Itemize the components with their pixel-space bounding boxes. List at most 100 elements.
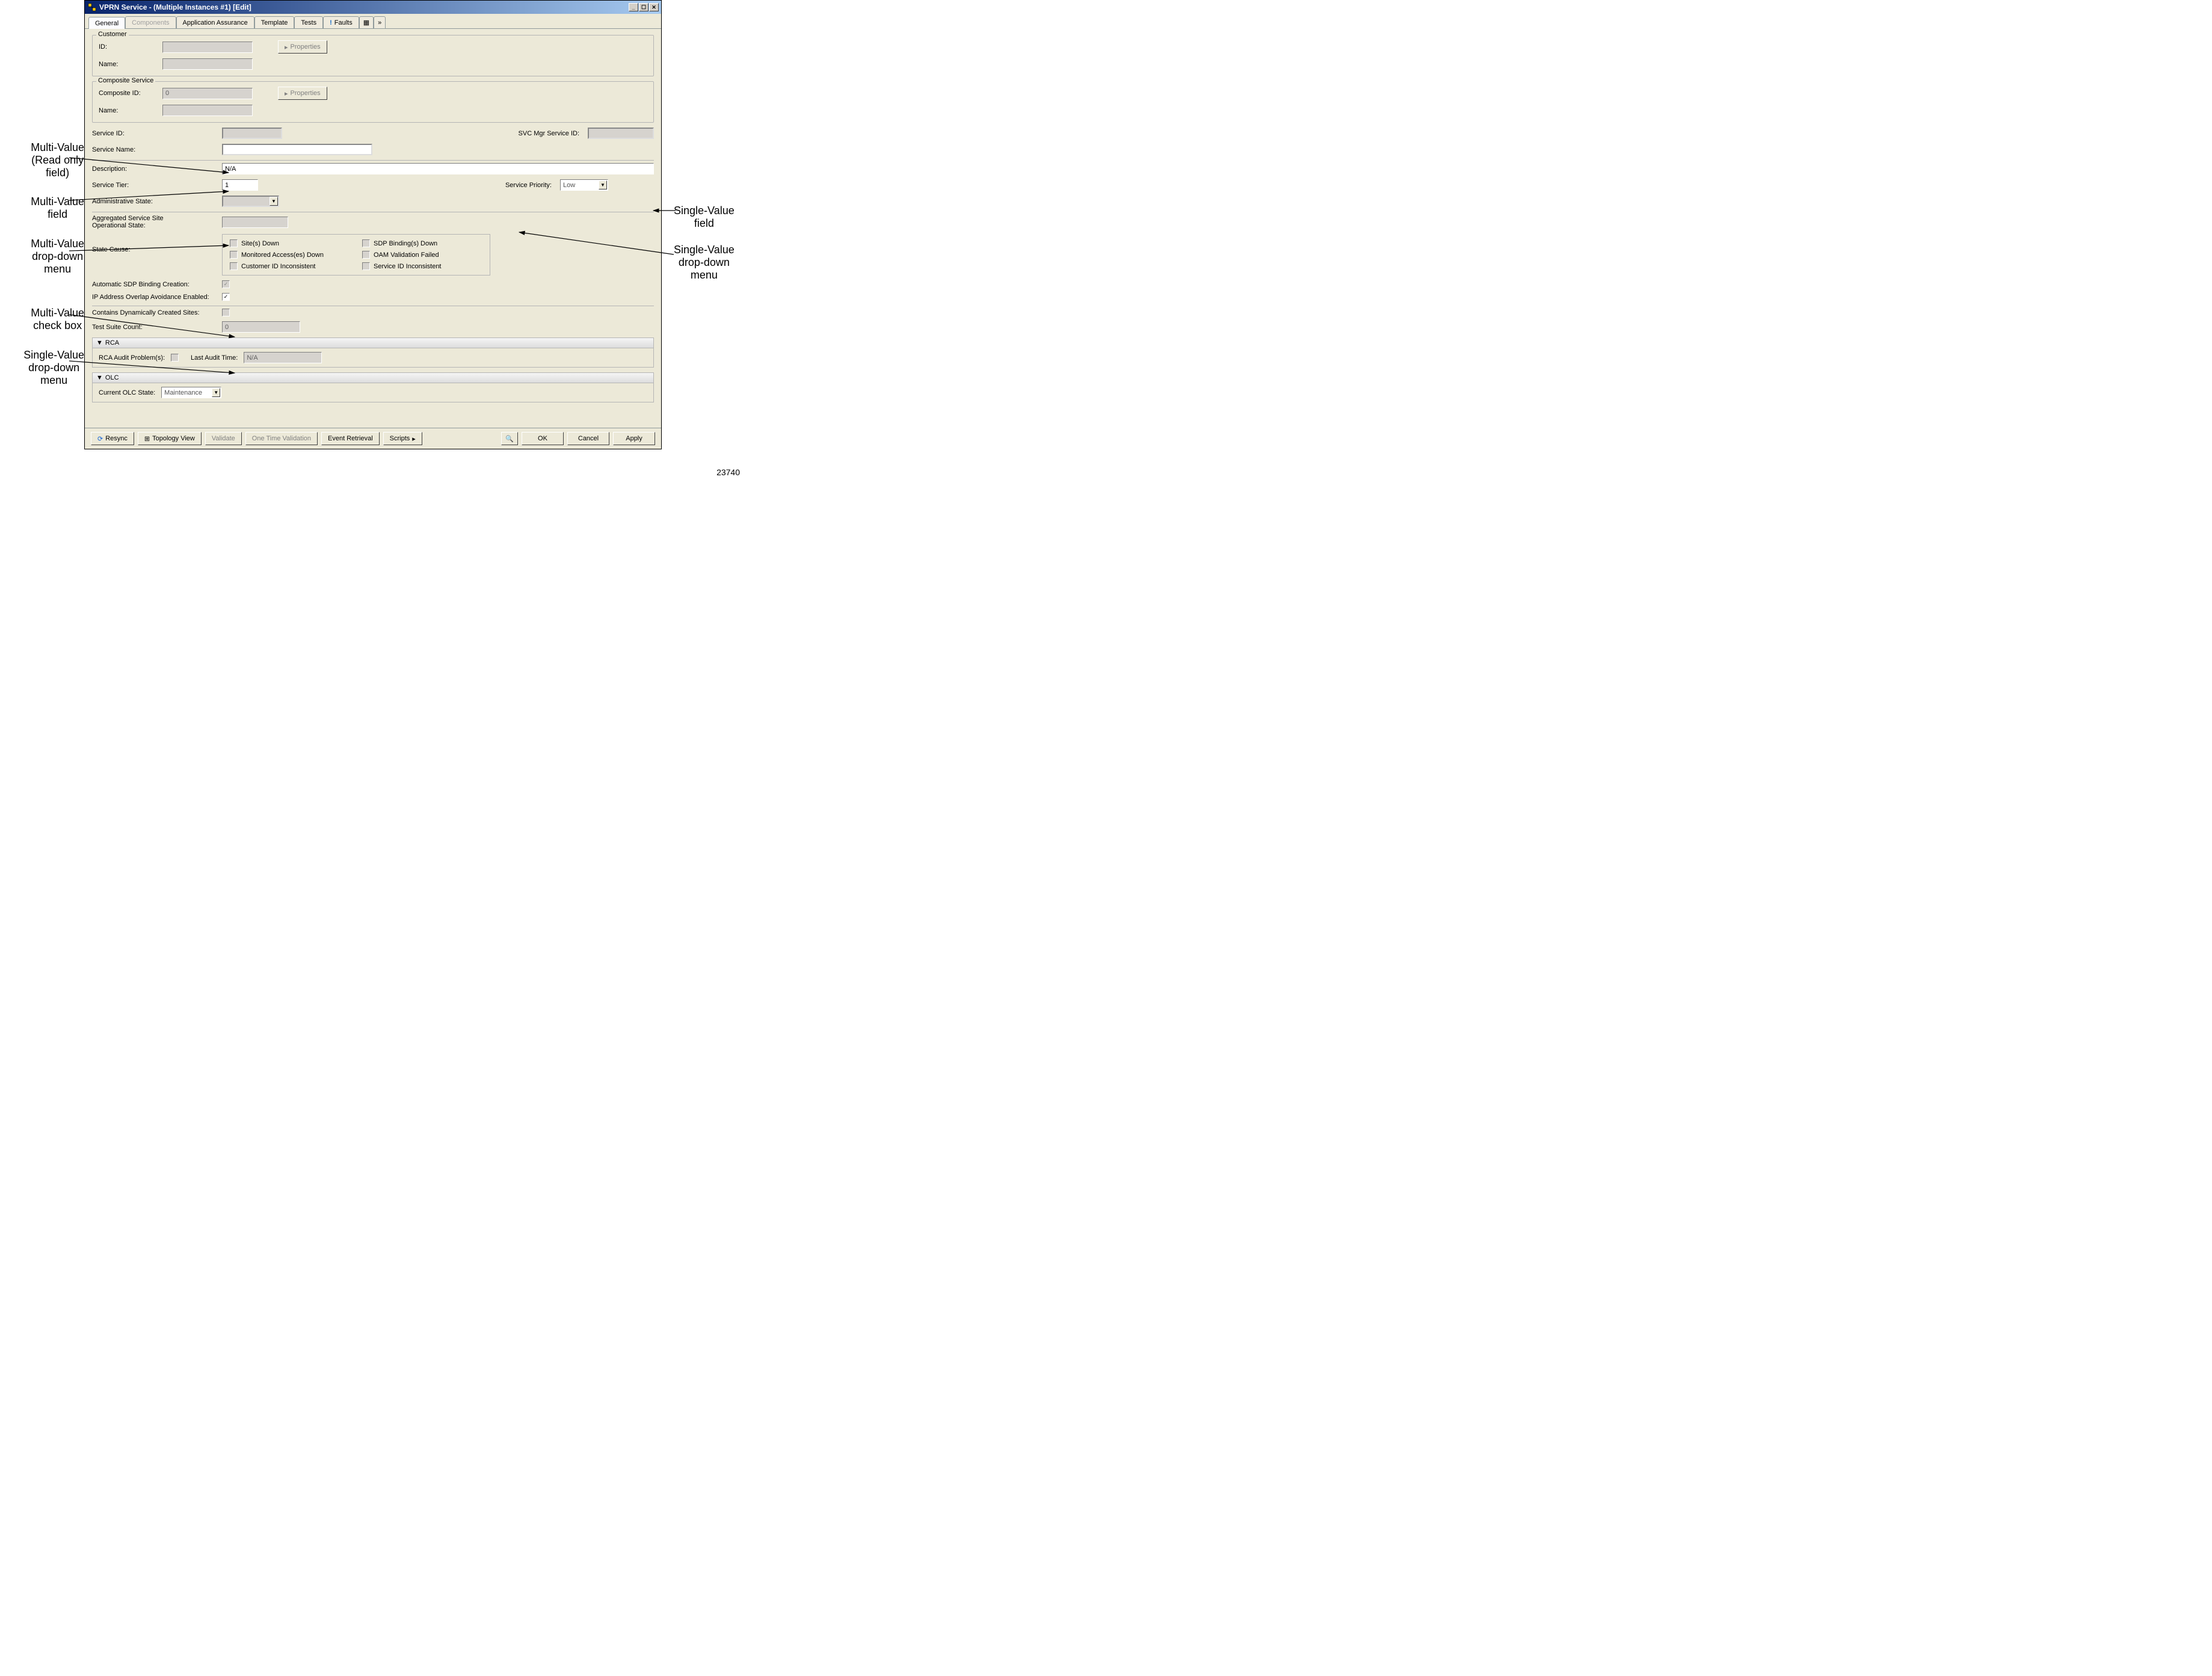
cust-inconsistent-checkbox: [230, 262, 238, 270]
scripts-button[interactable]: Scripts▸: [383, 432, 422, 445]
rca-panel-header[interactable]: ▼ RCA: [92, 337, 654, 348]
chevron-down-icon: ▼: [270, 197, 278, 206]
service-id-label: Service ID:: [92, 130, 218, 137]
alert-icon: !: [330, 19, 332, 26]
tab-components[interactable]: Components: [125, 16, 176, 28]
ok-button[interactable]: OK: [522, 432, 564, 445]
composite-properties-button[interactable]: ▸ Properties: [278, 87, 327, 100]
sdp-down-checkbox: [362, 239, 370, 247]
contains-dyn-label: Contains Dynamically Created Sites:: [92, 309, 218, 316]
service-id-field: [222, 128, 282, 139]
composite-name-field: [162, 105, 253, 116]
auto-sdp-label: Automatic SDP Binding Creation:: [92, 281, 218, 288]
annotation-single-field: Single-Value field: [674, 205, 735, 230]
validate-button[interactable]: Validate: [205, 432, 242, 445]
arrow-right-icon: ▸: [412, 435, 416, 443]
rca-audit-label: RCA Audit Problem(s):: [99, 354, 165, 362]
window-title: VPRN Service - (Multiple Instances #1) […: [99, 3, 251, 11]
rca-last-audit-label: Last Audit Time:: [191, 354, 238, 362]
svc-inconsistent-checkbox: [362, 262, 370, 270]
titlebar: VPRN Service - (Multiple Instances #1) […: [85, 1, 661, 14]
admin-state-select[interactable]: ▼: [222, 196, 279, 207]
olc-state-select[interactable]: ▼: [161, 387, 221, 398]
rca-last-audit-field: [244, 352, 322, 363]
description-label: Description:: [92, 165, 218, 173]
customer-id-field: [162, 42, 253, 53]
agg-state-field: [222, 217, 288, 228]
service-priority-label: Service Priority:: [505, 182, 552, 189]
admin-state-label: Administrative State:: [92, 198, 218, 205]
service-name-field[interactable]: [222, 144, 372, 155]
figure-id: 23740: [0, 449, 758, 483]
resync-button[interactable]: ⟳Resync: [91, 432, 134, 445]
tab-application-assurance[interactable]: Application Assurance: [176, 16, 254, 28]
composite-id-field: [162, 88, 253, 99]
tab-extra-icon[interactable]: ▦: [359, 16, 374, 28]
annotation-multi-checkbox: Multi-Value check box: [31, 307, 84, 332]
olc-panel-header[interactable]: ▼ OLC: [92, 372, 654, 383]
composite-name-label: Name:: [99, 107, 159, 114]
search-button[interactable]: 🔍: [501, 432, 518, 445]
tab-template[interactable]: Template: [254, 16, 295, 28]
ip-overlap-checkbox[interactable]: ✓: [222, 293, 230, 301]
topology-button[interactable]: ⊞Topology View: [138, 432, 202, 445]
tab-faults[interactable]: !Faults: [323, 16, 359, 28]
binoculars-icon: 🔍: [505, 435, 514, 443]
refresh-icon: ⟳: [97, 435, 103, 443]
oam-failed-checkbox: [362, 251, 370, 259]
app-icon: [87, 2, 97, 12]
customer-legend: Customer: [96, 31, 129, 38]
calendar-icon: ▦: [363, 19, 369, 26]
sites-down-checkbox: [230, 239, 238, 247]
maximize-button[interactable]: ☐: [639, 3, 649, 11]
state-cause-label: State Cause:: [92, 234, 218, 253]
annotation-multi-readonly: Multi-Value (Read only field): [31, 141, 84, 179]
composite-legend: Composite Service: [96, 77, 155, 84]
customer-properties-button[interactable]: ▸ Properties: [278, 40, 327, 54]
chevron-down-icon: ▼: [212, 388, 220, 397]
olc-state-label: Current OLC State:: [99, 389, 155, 396]
tab-general[interactable]: General: [88, 17, 125, 29]
collapse-icon: ▼: [96, 374, 103, 381]
event-retrieval-button[interactable]: Event Retrieval: [321, 432, 380, 445]
customer-group: Customer ID: ▸ Properties Name:: [92, 35, 654, 76]
properties-icon: ▸: [285, 90, 288, 97]
test-suite-field: [222, 321, 300, 333]
auto-sdp-checkbox[interactable]: ✓: [222, 280, 230, 288]
service-tier-field[interactable]: [222, 179, 258, 191]
svc-mgr-id-field: [588, 128, 654, 139]
apply-button[interactable]: Apply: [613, 432, 655, 445]
chevron-down-icon: ▼: [599, 180, 607, 189]
annotation-multi-field: Multi-Value field: [31, 196, 84, 221]
svc-mgr-id-label: SVC Mgr Service ID:: [519, 130, 579, 137]
dialog-window: VPRN Service - (Multiple Instances #1) […: [84, 0, 662, 449]
annotation-single-dropdown-left: Single-Value drop-down menu: [23, 349, 84, 387]
rca-panel-body: RCA Audit Problem(s): Last Audit Time:: [92, 348, 654, 368]
description-field[interactable]: [222, 163, 654, 174]
topology-icon: ⊞: [144, 435, 150, 443]
annotation-multi-dropdown: Multi-Value drop-down menu: [31, 238, 84, 276]
minimize-button[interactable]: _: [629, 3, 638, 11]
composite-group: Composite Service Composite ID: ▸ Proper…: [92, 81, 654, 123]
tab-more[interactable]: »: [374, 16, 386, 28]
service-tier-label: Service Tier:: [92, 182, 218, 189]
service-priority-select[interactable]: ▼: [560, 179, 608, 191]
tab-tests[interactable]: Tests: [294, 16, 323, 28]
close-button[interactable]: ✕: [649, 3, 659, 11]
service-name-label: Service Name:: [92, 146, 218, 153]
monitored-down-checkbox: [230, 251, 238, 259]
one-time-validation-button[interactable]: One Time Validation: [245, 432, 318, 445]
rca-audit-checkbox: [171, 354, 179, 362]
chevron-right-double-icon: »: [378, 19, 381, 26]
annotation-single-dropdown-right: Single-Value drop-down menu: [674, 244, 735, 282]
customer-name-field: [162, 58, 253, 70]
tab-content: Customer ID: ▸ Properties Name: Composit…: [85, 29, 661, 428]
test-suite-label: Test Suite Count:: [92, 324, 218, 331]
customer-id-label: ID:: [99, 43, 159, 51]
olc-panel-body: Current OLC State: ▼: [92, 383, 654, 402]
ip-overlap-label: IP Address Overlap Avoidance Enabled:: [92, 294, 218, 301]
cancel-button[interactable]: Cancel: [567, 432, 609, 445]
contains-dyn-checkbox: [222, 309, 230, 316]
customer-name-label: Name:: [99, 61, 159, 68]
properties-icon: ▸: [285, 43, 288, 51]
